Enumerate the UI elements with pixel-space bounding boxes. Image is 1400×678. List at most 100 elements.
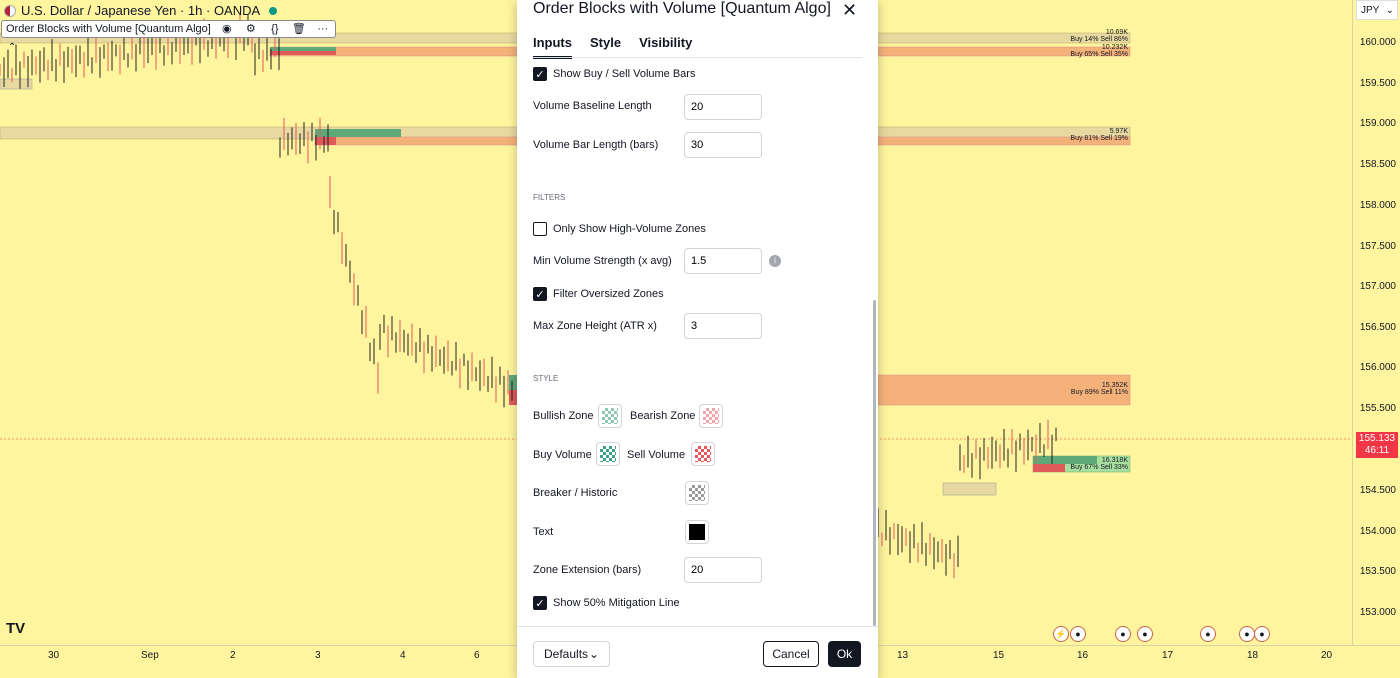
symbol-title[interactable]: U.S. Dollar / Japanese Yen · 1h · OANDA (4, 3, 278, 18)
filters-heading: FILTERS (533, 193, 566, 202)
dialog-title: Order Blocks with Volume [Quantum Algo] (533, 0, 831, 17)
time-tick: 18 (1247, 650, 1259, 661)
event-icon-6[interactable]: ● (1239, 626, 1255, 642)
collapse-legend-icon[interactable]: ⌃ (8, 42, 16, 53)
price-tick: 157.000 (1359, 281, 1396, 292)
zone-label-5: 16.318K Buy 67% Sell 33% (1060, 457, 1128, 471)
time-tick: 15 (993, 650, 1005, 661)
settings-icon[interactable]: ⚙ (243, 22, 259, 36)
price-tick: 154.500 (1359, 485, 1396, 496)
indicator-legend-name: Order Blocks with Volume [Quantum Algo] (6, 23, 211, 35)
tabs-divider (533, 57, 862, 58)
sell-volume-label: Sell Volume (627, 449, 686, 461)
zone-label-1-top: 10.69K (1105, 29, 1128, 36)
source-code-icon[interactable]: {} (267, 22, 283, 36)
time-tick: 4 (400, 650, 406, 661)
tab-style[interactable]: Style (590, 35, 621, 59)
footer-divider (517, 626, 878, 627)
indicator-legend[interactable]: Order Blocks with Volume [Quantum Algo] … (1, 20, 336, 38)
ok-button[interactable]: Ok (828, 641, 861, 667)
time-tick: 20 (1321, 650, 1333, 661)
bullish-zone-swatch[interactable] (598, 404, 622, 428)
time-tick: 6 (474, 650, 480, 661)
price-tick: 155.500 (1359, 403, 1396, 414)
bearish-zone-label: Bearish Zone (630, 410, 696, 422)
info-icon[interactable]: i (769, 255, 781, 267)
current-price-label: 155.133 46:11 (1356, 432, 1398, 458)
left-small-zone (0, 78, 33, 90)
zone-label-4-bottom: Buy 89% Sell 11% (1070, 389, 1128, 396)
show-volume-bars-row[interactable]: ✓ Show Buy / Sell Volume Bars (533, 67, 695, 81)
zone-label-3: 5.97K Buy 81% Sell 19% (1060, 128, 1128, 142)
style-heading: STYLE (533, 374, 559, 383)
bullish-zone-label: Bullish Zone (533, 410, 594, 422)
max-zone-height-label: Max Zone Height (ATR x) (533, 320, 657, 332)
max-zone-height-input[interactable] (684, 313, 762, 339)
dialog-tabs: Inputs Style Visibility (533, 35, 692, 59)
event-icon-2[interactable]: ● (1070, 626, 1086, 642)
price-tick: 159.000 (1359, 118, 1396, 129)
volume-baseline-label: Volume Baseline Length (533, 100, 652, 112)
zone-label-5-top: 16.318K (1101, 457, 1128, 464)
price-tick: 160.000 (1359, 37, 1396, 48)
price-tick: 153.500 (1359, 566, 1396, 577)
buy-volume-color (600, 446, 616, 462)
price-tick: 159.500 (1359, 78, 1396, 89)
tab-inputs[interactable]: Inputs (533, 35, 572, 59)
time-tick: 13 (897, 650, 909, 661)
zone-extension-input[interactable] (684, 557, 762, 583)
time-tick: Sep (141, 650, 159, 661)
tab-visibility[interactable]: Visibility (639, 35, 692, 59)
more-icon[interactable]: ··· (315, 22, 331, 36)
cancel-button[interactable]: Cancel (763, 641, 819, 667)
filter-oversized-checkbox[interactable]: ✓ (533, 287, 547, 301)
volume-baseline-input[interactable] (684, 94, 762, 120)
sell-volume-swatch[interactable] (691, 442, 715, 466)
min-volume-strength-input[interactable] (684, 248, 762, 274)
close-icon[interactable]: ✕ (842, 0, 857, 21)
price-axis[interactable]: 160.000 159.500 159.000 158.500 158.000 … (1352, 0, 1400, 645)
text-color-label: Text (533, 526, 554, 538)
bearish-zone-swatch[interactable] (699, 404, 723, 428)
chevron-down-icon: ⌄ (1385, 5, 1394, 16)
event-icon-1[interactable]: ⚡ (1053, 626, 1069, 642)
event-icon-7[interactable]: ● (1254, 626, 1270, 642)
filter-oversized-label: Filter Oversized Zones (553, 288, 664, 300)
bar-countdown: 46:11 (1364, 445, 1390, 456)
show-mitigation-row[interactable]: ✓ Show 50% Mitigation Line (533, 596, 680, 610)
zone-label-1-bottom: Buy 14% Sell 86% (1070, 36, 1128, 43)
event-icon-5[interactable]: ● (1200, 626, 1216, 642)
only-high-volume-checkbox[interactable] (533, 222, 547, 236)
delete-icon[interactable]: 🗑 (291, 22, 307, 36)
market-open-icon (269, 6, 278, 15)
breaker-historic-label: Breaker / Historic (533, 487, 618, 499)
show-mitigation-checkbox[interactable]: ✓ (533, 596, 547, 610)
buy-volume-swatch[interactable] (596, 442, 620, 466)
filter-oversized-row[interactable]: ✓ Filter Oversized Zones (533, 287, 664, 301)
defaults-button[interactable]: Defaults ⌄ (533, 641, 610, 667)
zone-label-5-bottom: Buy 67% Sell 33% (1070, 464, 1128, 471)
buy-volume-label: Buy Volume (533, 449, 592, 461)
show-volume-bars-checkbox[interactable]: ✓ (533, 67, 547, 81)
current-price-value: 155.133 (1358, 433, 1396, 444)
currency-button[interactable]: JPY ⌄ (1356, 0, 1398, 20)
min-volume-strength-label: Min Volume Strength (x avg) (533, 255, 672, 267)
event-icon-4[interactable]: ● (1137, 626, 1153, 642)
zone-label-4: 15.352K Buy 89% Sell 11% (1060, 382, 1128, 396)
bullish-zone-color (602, 408, 618, 424)
breaker-historic-swatch[interactable] (685, 481, 709, 505)
eye-icon[interactable]: ◉ (219, 22, 235, 36)
tradingview-logo[interactable]: TV (6, 620, 25, 637)
volume-bar-length-input[interactable] (684, 132, 762, 158)
breaker-zone (942, 482, 997, 496)
zone-sell-bar-2 (315, 137, 336, 145)
price-tick: 157.500 (1359, 241, 1396, 252)
event-icon-3[interactable]: ● (1115, 626, 1131, 642)
zone-extension-label: Zone Extension (bars) (533, 564, 642, 576)
price-tick: 153.000 (1359, 607, 1396, 618)
dialog-scrollbar[interactable] (873, 300, 876, 626)
only-high-volume-row[interactable]: Only Show High-Volume Zones (533, 222, 706, 236)
zone-label-2-bottom: Buy 65% Sell 35% (1070, 51, 1128, 58)
zone-label-2: 10.232K Buy 65% Sell 35% (1060, 44, 1128, 58)
text-color-swatch[interactable] (685, 520, 709, 544)
